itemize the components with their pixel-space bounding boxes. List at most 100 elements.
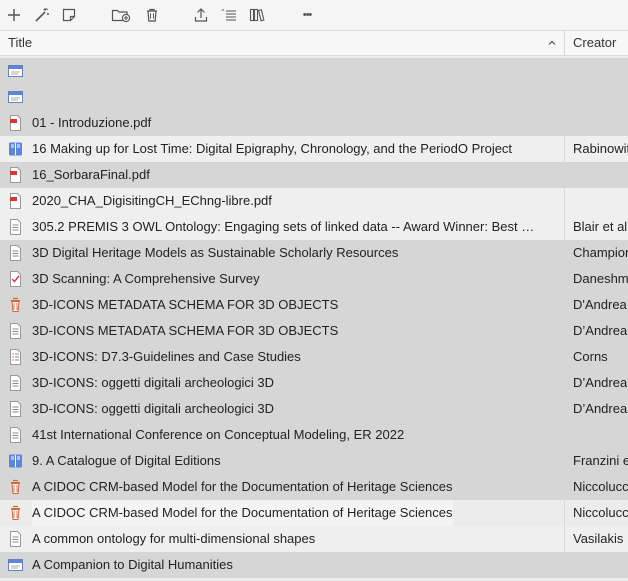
trash-button[interactable] [143, 5, 161, 25]
artwork-icon [8, 479, 23, 495]
ellipsis-icon: ••• [302, 9, 313, 21]
list-item[interactable]: 2020_CHA_DigisitingCH_EChng-libre.pdf [0, 188, 628, 214]
item-creator: Corns [573, 349, 608, 364]
column-divider [564, 318, 565, 344]
column-divider [564, 266, 565, 292]
column-divider [564, 448, 565, 474]
more-button[interactable]: ••• [298, 5, 316, 25]
column-divider [564, 136, 565, 162]
title-column-header[interactable]: Title [8, 31, 32, 55]
trash-icon [147, 8, 157, 22]
column-divider [564, 292, 565, 318]
item-creator: Daneshmand [573, 271, 628, 286]
column-divider [564, 474, 565, 500]
list-item[interactable]: 305.2 PREMIS 3 OWL Ontology: Engaging se… [0, 214, 628, 240]
list-item[interactable]: A CIDOC CRM-based Model for the Document… [0, 474, 628, 500]
item-creator: Blair et al. [573, 219, 628, 234]
item-creator: Niccolucci [573, 505, 628, 520]
quote-list-icon: “ [221, 8, 236, 21]
pdf-icon [8, 115, 23, 131]
item-title: 16_SorbaraFinal.pdf [32, 167, 150, 182]
plus-icon [8, 9, 20, 21]
item-creator: Champion [573, 245, 628, 260]
export-button[interactable] [192, 5, 210, 25]
document-icon [8, 219, 23, 235]
list-item[interactable]: 3D Scanning: A Comprehensive Survey Danes… [0, 266, 628, 292]
item-title: 305.2 PREMIS 3 OWL Ontology: Engaging se… [32, 219, 535, 234]
item-title: A CIDOC CRM-based Model for the Document… [32, 500, 453, 526]
column-divider [564, 344, 565, 370]
list-item[interactable]: 3D-ICONS METADATA SCHEMA FOR 3D OBJECTS D… [0, 292, 628, 318]
column-divider[interactable] [564, 31, 565, 55]
list-item[interactable]: 16_SorbaraFinal.pdf [0, 162, 628, 188]
document-icon [8, 401, 23, 417]
item-title: 3D-ICONS: oggetti digitali archeologici … [32, 375, 275, 390]
library-button[interactable] [248, 5, 266, 25]
list-item[interactable]: A Companion to Digital Humanities [0, 552, 628, 578]
item-title: 41st International Conference on Concept… [32, 427, 405, 442]
folder-plus-icon [111, 9, 131, 23]
item-title: A Companion to Digital Humanities [32, 557, 233, 572]
column-divider [564, 552, 565, 578]
item-title: 3D-ICONS: D7.3-Guidelines and Case Studi… [32, 349, 301, 364]
item-creator: Niccolucci [573, 479, 628, 494]
item-title: A common ontology for multi-dimensional … [32, 531, 316, 546]
column-divider [564, 84, 565, 110]
item-creator: D'Andrea [573, 297, 627, 312]
item-title: 16 Making up for Lost Time: Digital Epig… [32, 141, 513, 156]
item-creator: D’Andrea [573, 375, 628, 390]
list-item[interactable]: 01 - Introduzione.pdf [0, 110, 628, 136]
web-page-icon [8, 557, 23, 573]
column-divider [564, 370, 565, 396]
item-title: 3D-ICONS METADATA SCHEMA FOR 3D OBJECTS [32, 323, 339, 338]
document-icon [8, 427, 23, 443]
item-creator: Rabinowitz [573, 141, 628, 156]
list-item[interactable]: 3D-ICONS: oggetti digitali archeologici … [0, 396, 628, 422]
upload-icon [194, 8, 208, 22]
list-item[interactable]: 3D Digital Heritage Models as Sustainabl… [0, 240, 628, 266]
item-creator: D’Andrea [573, 401, 628, 416]
column-divider [564, 188, 565, 214]
list-item[interactable]: A common ontology for multi-dimensional … [0, 526, 628, 552]
artwork-icon [8, 505, 23, 521]
pdf-icon [8, 193, 23, 209]
item-title: 2020_CHA_DigisitingCH_EChng-libre.pdf [32, 193, 272, 208]
creator-column-header[interactable]: Creator [573, 31, 616, 55]
book-icon [8, 141, 23, 157]
book-icon [8, 453, 23, 469]
toolbar: “ ••• [0, 0, 628, 30]
list-item[interactable]: 3D-ICONS METADATA SCHEMA FOR 3D OBJECTS D… [0, 318, 628, 344]
item-title: 3D-ICONS METADATA SCHEMA FOR 3D OBJECTS [32, 297, 339, 312]
list-item[interactable]: 3D-ICONS: oggetti digitali archeologici … [0, 370, 628, 396]
item-title: 3D Scanning: A Comprehensive Survey [32, 271, 260, 286]
item-list: 01 - Introduzione.pdf 16 Making up for Lo… [0, 58, 628, 578]
report-icon [8, 349, 23, 365]
list-item[interactable]: 9. A Catalogue of Digital Editions Franzi… [0, 448, 628, 474]
artwork-icon [8, 297, 23, 313]
list-item[interactable]: 16 Making up for Lost Time: Digital Epig… [0, 136, 628, 162]
new-note-button[interactable] [60, 5, 78, 25]
column-divider [564, 240, 565, 266]
item-title: 9. A Catalogue of Digital Editions [32, 453, 221, 468]
item-creator: Franzini et [573, 453, 628, 468]
magic-add-button[interactable] [33, 5, 51, 25]
item-creator: D’Andrea [573, 323, 628, 338]
list-item[interactable]: A CIDOC CRM-based Model for the Document… [0, 500, 628, 526]
sort-ascending-icon[interactable] [547, 31, 557, 55]
column-divider [564, 214, 565, 240]
books-icon [249, 8, 265, 22]
document-icon [8, 531, 23, 547]
item-title: 01 - Introduzione.pdf [32, 115, 152, 130]
item-title: A CIDOC CRM-based Model for the Document… [32, 479, 453, 494]
new-item-button[interactable] [5, 5, 23, 25]
new-collection-button[interactable] [110, 5, 132, 25]
list-item[interactable]: 3D-ICONS: D7.3-Guidelines and Case Studi… [0, 344, 628, 370]
citation-button[interactable]: “ [220, 5, 238, 25]
note-icon [62, 8, 76, 22]
item-title: 3D Digital Heritage Models as Sustainabl… [32, 245, 399, 260]
list-item[interactable] [0, 58, 628, 84]
column-divider [564, 58, 565, 84]
document-icon [8, 245, 23, 261]
list-item[interactable] [0, 84, 628, 110]
list-item[interactable]: 41st International Conference on Concept… [0, 422, 628, 448]
